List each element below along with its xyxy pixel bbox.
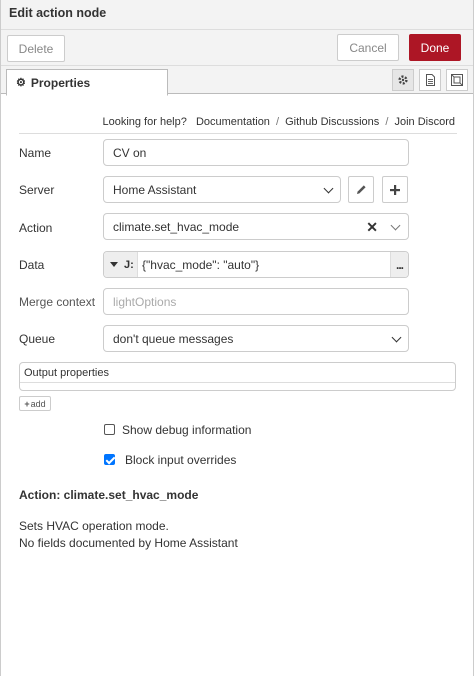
add-output-button[interactable]: + add	[19, 396, 51, 411]
json-type-icon: J:	[124, 258, 134, 271]
action-label: Action	[19, 221, 53, 235]
caret-down-icon	[110, 261, 118, 267]
block-overrides-checkbox[interactable]	[104, 454, 115, 465]
chevron-down-icon	[323, 183, 334, 194]
block-overrides-label: Block input overrides	[125, 453, 237, 467]
clear-icon[interactable]: ✕	[366, 219, 378, 236]
output-properties-header: Output properties	[20, 363, 455, 383]
done-button[interactable]: Done	[409, 34, 461, 61]
fields-note: No fields documented by Home Assistant	[19, 536, 238, 550]
add-server-button[interactable]	[382, 176, 408, 203]
join-discord-link[interactable]: Join Discord	[394, 116, 455, 128]
server-value: Home Assistant	[113, 182, 197, 197]
queue-select[interactable]: don't queue messages	[103, 325, 409, 352]
action-value: climate.set_hvac_mode	[113, 219, 240, 234]
data-value: {"hvac_mode": "auto"}	[142, 258, 260, 272]
name-label: Name	[19, 146, 52, 160]
merge-context-label: Merge context	[19, 295, 96, 309]
divider	[19, 133, 457, 134]
tab-description[interactable]	[419, 69, 441, 91]
tray-toolbar	[1, 30, 473, 66]
edit-tray: Edit action node Delete Cancel Done ⚙ Pr…	[0, 0, 474, 676]
expand-editor-button[interactable]: ...	[390, 252, 408, 277]
chevron-down-icon	[390, 220, 401, 231]
tab-settings[interactable]	[392, 69, 414, 91]
server-label: Server	[19, 183, 55, 197]
action-description: Sets HVAC operation mode.	[19, 519, 169, 533]
show-debug-checkbox[interactable]	[104, 424, 115, 435]
server-select[interactable]: Home Assistant	[103, 176, 341, 203]
tray-header: Edit action node	[1, 0, 473, 30]
action-info-title: Action: climate.set_hvac_mode	[19, 488, 199, 502]
help-links: Looking for help? Documentation / Github…	[102, 116, 455, 128]
data-label: Data	[19, 258, 45, 272]
data-input[interactable]: J: {"hvac_mode": "auto"} ...	[103, 251, 409, 278]
action-select[interactable]: climate.set_hvac_mode ✕	[103, 213, 409, 240]
edit-server-button[interactable]	[348, 176, 374, 203]
gear-icon	[398, 75, 408, 85]
data-type-selector[interactable]: J:	[104, 252, 138, 277]
documentation-link[interactable]: Documentation	[196, 116, 270, 128]
merge-context-input[interactable]: lightOptions	[103, 288, 409, 315]
pencil-icon	[356, 185, 366, 194]
queue-value: don't queue messages	[113, 331, 234, 346]
plus-icon	[390, 184, 400, 195]
tab-appearance[interactable]	[446, 69, 468, 91]
tab-properties-label: Properties	[30, 75, 91, 90]
help-prefix: Looking for help?	[102, 116, 187, 128]
github-discussions-link[interactable]: Github Discussions	[285, 116, 379, 128]
plus-icon: +	[24, 398, 30, 409]
layout-icon	[451, 74, 463, 86]
queue-label: Queue	[19, 332, 56, 346]
add-label: add	[30, 398, 46, 409]
chevron-down-icon	[391, 332, 402, 343]
cancel-button[interactable]: Cancel	[337, 34, 399, 61]
delete-button[interactable]: Delete	[7, 35, 65, 62]
tray-title: Edit action node	[9, 6, 107, 20]
merge-context-placeholder: lightOptions	[113, 294, 177, 309]
name-input[interactable]: CV on	[103, 139, 409, 166]
gear-icon: ⚙	[16, 77, 26, 89]
document-icon	[425, 74, 435, 86]
tab-properties[interactable]: ⚙ Properties	[6, 69, 168, 96]
output-properties-list: Output properties	[19, 362, 456, 391]
show-debug-label: Show debug information	[122, 423, 252, 437]
name-value: CV on	[113, 145, 147, 160]
